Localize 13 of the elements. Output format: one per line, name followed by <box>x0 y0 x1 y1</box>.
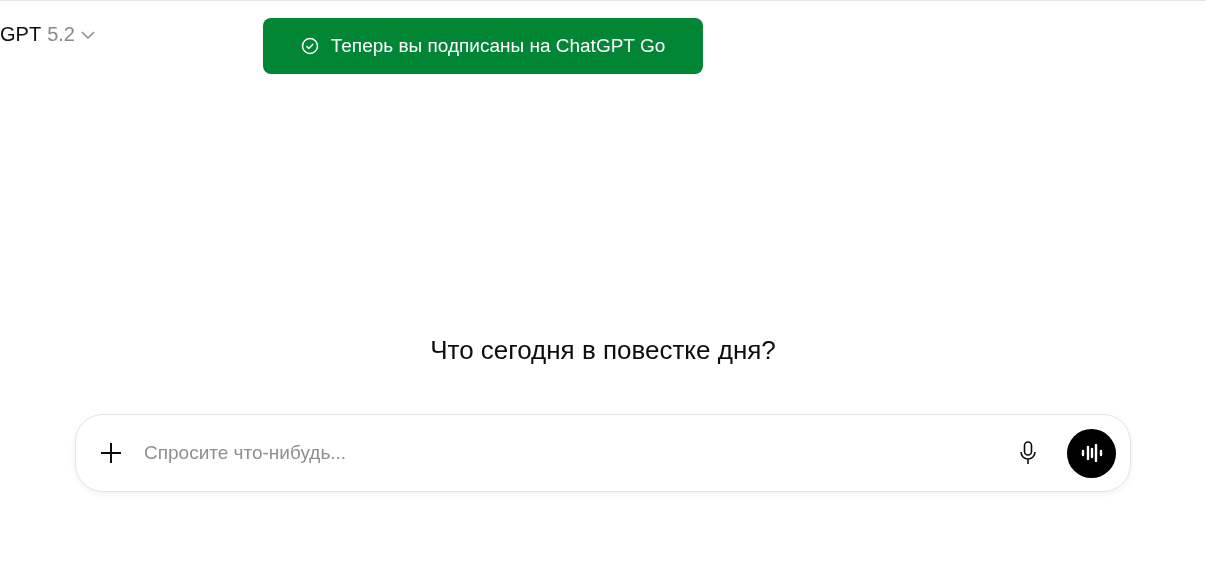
add-button[interactable] <box>100 442 122 464</box>
toast-message: Теперь вы подписаны на ChatGPT Go <box>330 35 666 57</box>
plus-icon <box>100 442 122 464</box>
microphone-icon <box>1019 441 1037 465</box>
model-selector[interactable]: GPT 5.2 <box>0 23 95 46</box>
microphone-button[interactable] <box>1019 441 1037 465</box>
waveform-icon <box>1080 444 1103 462</box>
voice-mode-button[interactable] <box>1067 428 1116 478</box>
model-version: 5.2 <box>47 23 75 46</box>
greeting-heading: Что сегодня в повестке дня? <box>430 335 776 367</box>
chevron-down-icon <box>80 30 95 39</box>
check-circle-icon <box>300 37 319 55</box>
model-name: GPT <box>0 23 42 46</box>
